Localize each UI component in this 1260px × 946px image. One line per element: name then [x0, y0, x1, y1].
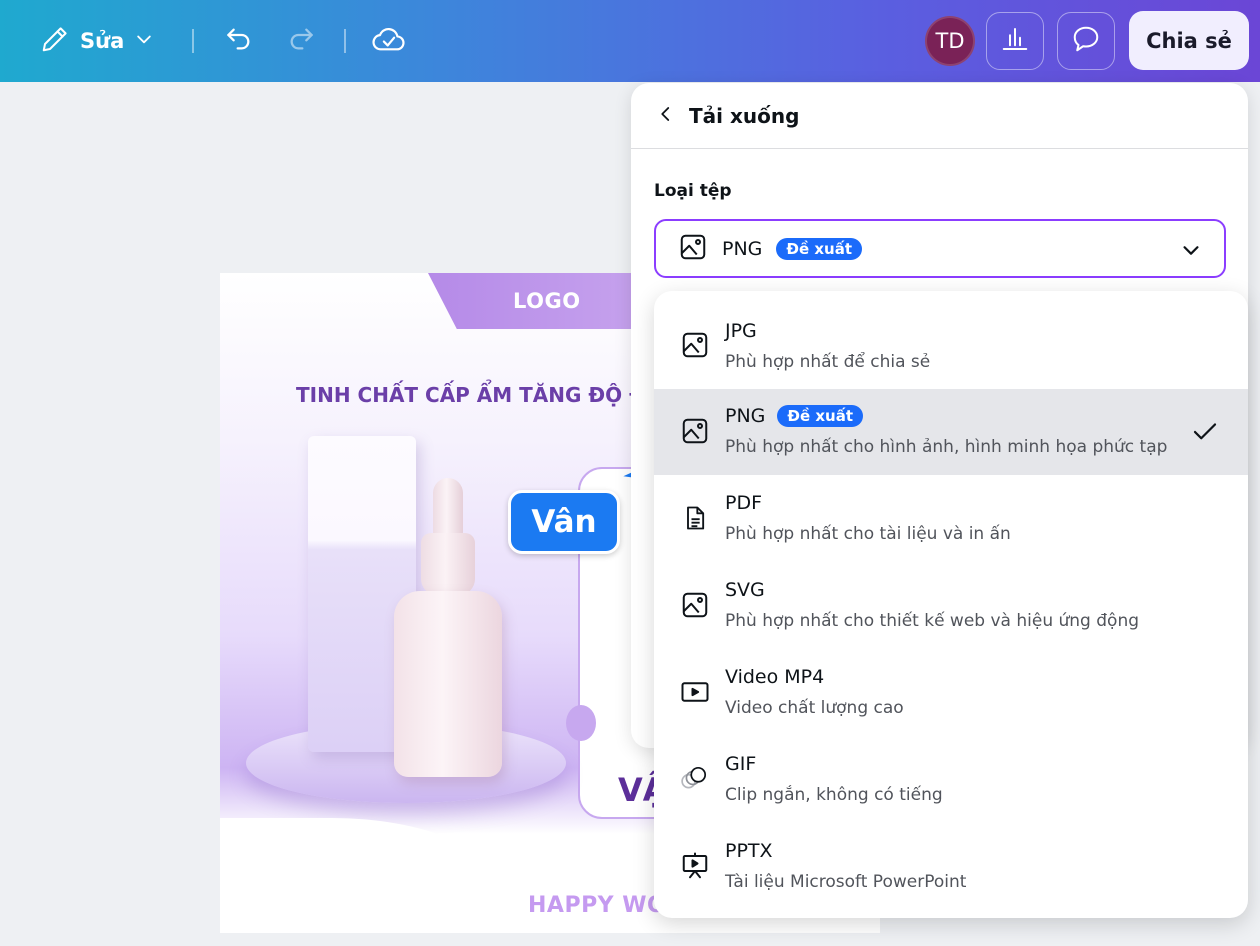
- chevron-down-icon: [1180, 239, 1202, 265]
- image-icon: [680, 416, 710, 446]
- document-icon: [680, 503, 710, 533]
- option-description: Phù hợp nhất cho tài liệu và in ấn: [725, 524, 1011, 544]
- file-type-select[interactable]: PNG Đề xuất: [654, 219, 1226, 278]
- collaborator-name-label: Vân: [508, 490, 620, 554]
- toolbar-divider: [192, 29, 194, 53]
- file-type-dropdown: JPG Phù hợp nhất để chia sẻ PNG Đề xuất …: [654, 291, 1248, 918]
- panel-title: Tải xuống: [689, 103, 800, 128]
- toolbar-divider: [344, 29, 346, 53]
- file-type-option-jpg[interactable]: JPG Phù hợp nhất để chia sẻ: [654, 302, 1248, 388]
- file-type-label: Loại tệp: [654, 181, 732, 201]
- user-avatar[interactable]: TD: [925, 16, 975, 66]
- option-name: SVG: [725, 579, 765, 601]
- card-bullet: [566, 705, 596, 741]
- undo-button[interactable]: [222, 24, 256, 58]
- file-type-option-pdf[interactable]: PDF Phù hợp nhất cho tài liệu và in ấn: [654, 476, 1248, 562]
- redo-button[interactable]: [284, 24, 318, 58]
- recommended-badge: Đề xuất: [776, 237, 863, 260]
- file-type-select-value: PNG: [722, 237, 763, 260]
- option-description: Phù hợp nhất cho hình ảnh, hình minh họa…: [725, 437, 1168, 457]
- comments-button[interactable]: [1057, 12, 1115, 70]
- serum-bottle: [394, 591, 502, 777]
- option-description: Phù hợp nhất cho thiết kế web và hiệu ứn…: [725, 611, 1140, 631]
- pencil-icon: [40, 24, 70, 59]
- option-description: Video chất lượng cao: [725, 698, 904, 718]
- image-icon: [680, 590, 710, 620]
- insights-button[interactable]: [986, 12, 1044, 70]
- file-type-option-svg[interactable]: SVG Phù hợp nhất cho thiết kế web và hiệ…: [654, 563, 1248, 649]
- option-description: Tài liệu Microsoft PowerPoint: [725, 872, 967, 892]
- undo-icon: [223, 23, 255, 59]
- image-icon: [680, 330, 710, 360]
- option-name: JPG: [725, 320, 757, 342]
- redo-icon: [285, 23, 317, 59]
- footer-wave: [220, 818, 500, 933]
- option-name: GIF: [725, 753, 757, 775]
- logo-text: LOGO: [513, 289, 581, 313]
- file-type-option-gif[interactable]: GIF Clip ngắn, không có tiếng: [654, 737, 1248, 823]
- image-icon: [678, 232, 708, 266]
- edit-menu-label: Sửa: [80, 29, 125, 53]
- gif-icon: [680, 763, 710, 793]
- file-type-option-pptx[interactable]: PPTX Tài liệu Microsoft PowerPoint: [654, 824, 1248, 910]
- option-description: Clip ngắn, không có tiếng: [725, 785, 943, 805]
- file-type-option-mp4[interactable]: Video MP4 Video chất lượng cao: [654, 650, 1248, 736]
- design-headline: TINH CHẤT CẤP ẨM TĂNG ĐỘ Đ: [296, 383, 646, 407]
- footer-text: HAPPY WO: [528, 893, 667, 918]
- recommended-badge: Đề xuất: [777, 405, 864, 427]
- video-icon: [680, 677, 710, 707]
- option-name: PDF: [725, 492, 763, 514]
- file-type-option-png[interactable]: PNG Đề xuất Phù hợp nhất cho hình ảnh, h…: [654, 389, 1248, 475]
- share-button[interactable]: Chia sẻ: [1129, 11, 1249, 70]
- top-toolbar: Sửa TD Chia sẻ: [0, 0, 1260, 82]
- edit-menu-button[interactable]: Sửa: [40, 22, 154, 60]
- bar-chart-icon: [1000, 24, 1030, 58]
- dropper-bulb: [433, 478, 463, 538]
- cloud-save-status-button[interactable]: [370, 23, 408, 59]
- panel-header: Tải xuống: [631, 83, 1248, 149]
- presentation-icon: [680, 851, 710, 881]
- speech-bubble-icon: [1071, 24, 1101, 58]
- dropper-neck: [421, 533, 475, 595]
- option-name: Video MP4: [725, 666, 825, 688]
- chevron-down-icon: [134, 29, 154, 54]
- option-name: PNG: [725, 405, 766, 427]
- option-name: PPTX: [725, 840, 773, 862]
- checkmark-icon: [1190, 417, 1220, 451]
- cloud-check-icon: [371, 22, 407, 60]
- back-arrow-icon[interactable]: [657, 104, 675, 128]
- option-description: Phù hợp nhất để chia sẻ: [725, 352, 931, 372]
